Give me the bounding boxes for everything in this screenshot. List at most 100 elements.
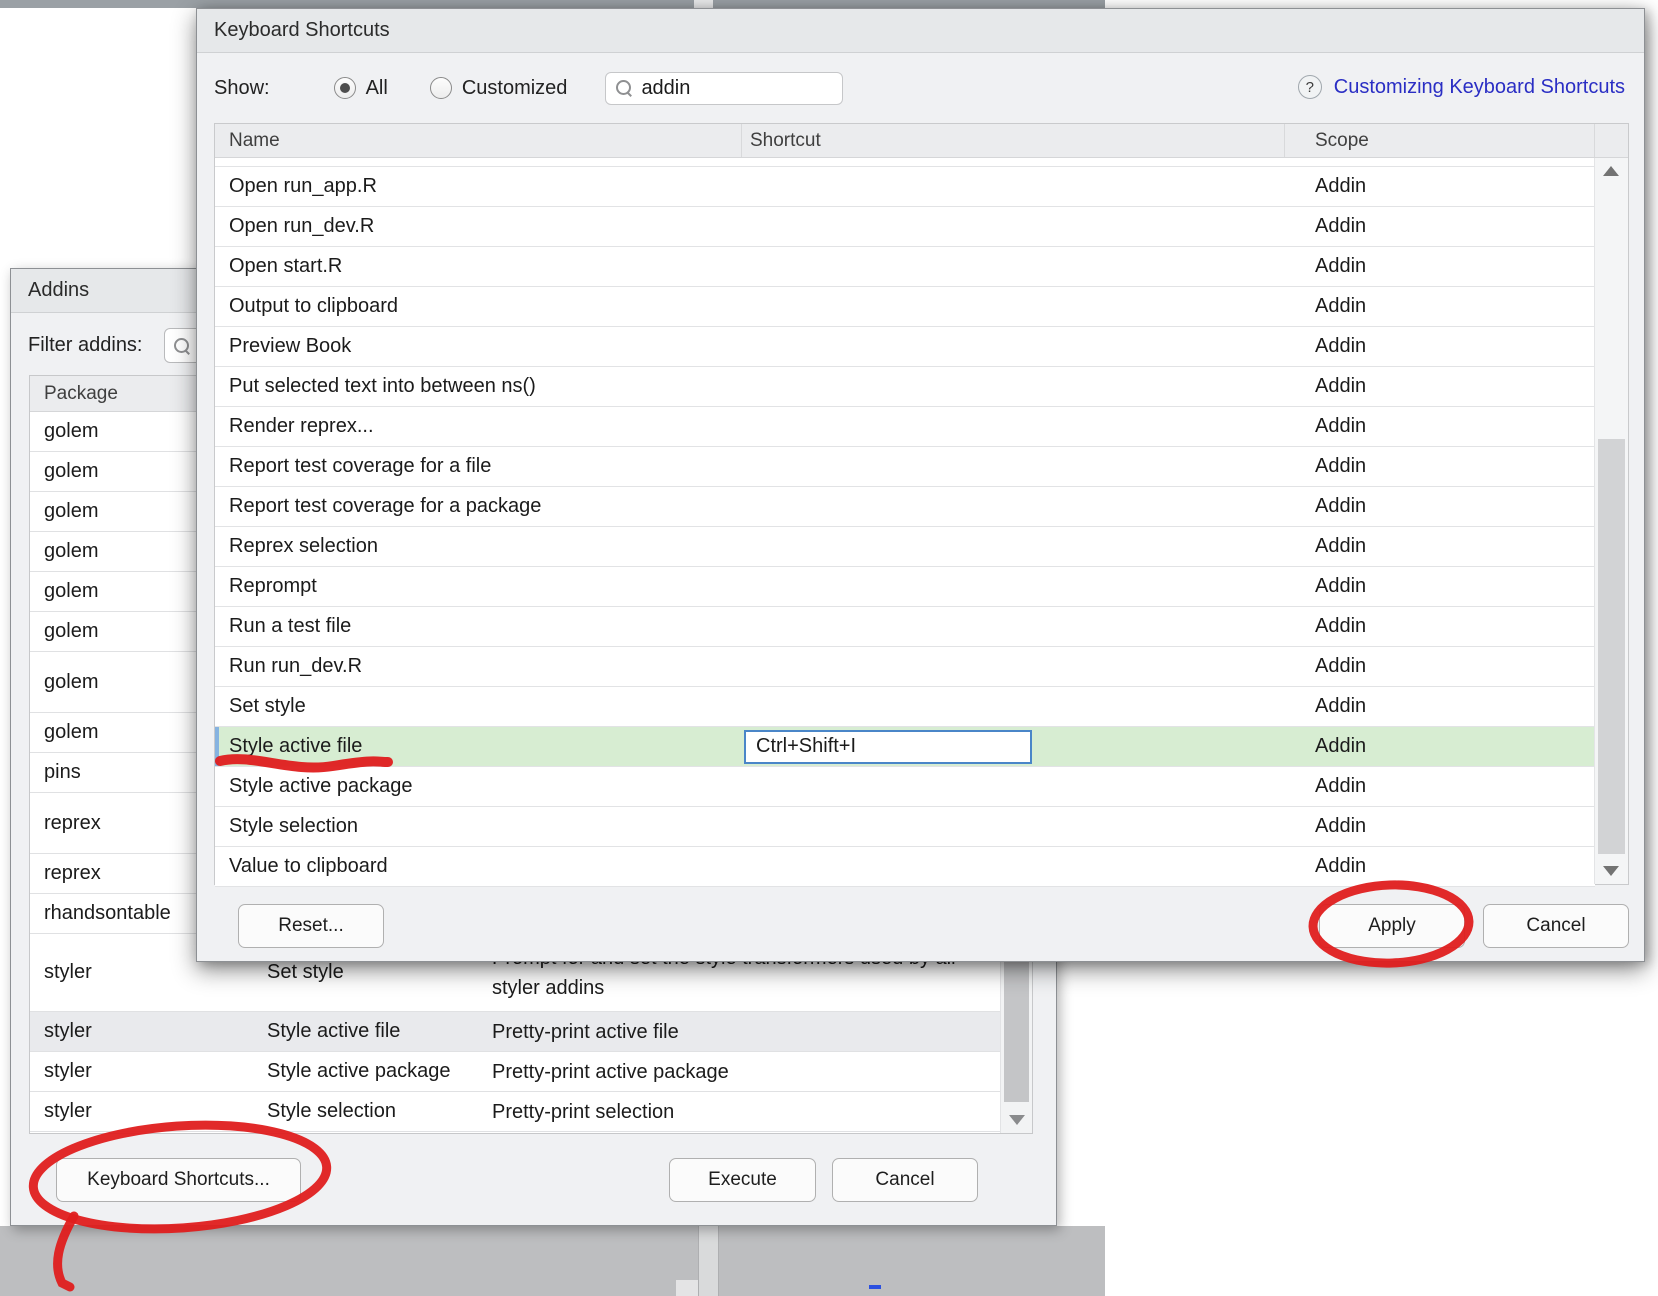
execute-button-label: Execute: [708, 1169, 777, 1191]
scroll-down-icon[interactable]: [1603, 866, 1619, 876]
addins-cancel-button-label: Cancel: [875, 1169, 934, 1191]
keyboard-shortcuts-titlebar: Keyboard Shortcuts: [197, 9, 1644, 53]
shortcuts-table-header: Name Shortcut Scope: [215, 124, 1628, 158]
addin-row-package: styler: [30, 961, 252, 984]
radio-customized[interactable]: [430, 77, 452, 99]
shortcut-row[interactable]: Report test coverage for a fileAddin: [215, 447, 1595, 487]
shortcut-row[interactable]: Preview Book Addin: [215, 327, 1595, 367]
shortcuts-scrollbar[interactable]: [1594, 158, 1628, 884]
partial-row: [215, 158, 1595, 167]
search-icon: [173, 337, 191, 355]
addin-row-name: Style selection: [252, 1100, 477, 1123]
filter-addins-row: Filter addins:: [28, 323, 143, 367]
shortcut-row[interactable]: Value to clipboard Addin: [215, 847, 1595, 887]
radio-all[interactable]: [334, 77, 356, 99]
shortcut-row-name: Run a test file: [215, 615, 742, 638]
addin-row-package: styler: [30, 1020, 252, 1043]
shortcut-row-scope: Addin: [1285, 575, 1595, 598]
column-scope: Scope: [1285, 124, 1595, 157]
shortcut-row[interactable]: Set style Addin: [215, 687, 1595, 727]
shortcut-row-name: Report test coverage for a file: [215, 455, 742, 478]
shortcut-search-input[interactable]: [641, 77, 801, 100]
scroll-down-icon[interactable]: [1009, 1115, 1025, 1125]
shortcut-edit-input[interactable]: [744, 730, 1032, 764]
background-scrollbar-corner: [676, 1280, 698, 1296]
shortcut-row-name: Open start.R: [215, 255, 742, 278]
keyboard-shortcuts-button[interactable]: Keyboard Shortcuts...: [56, 1158, 301, 1202]
radio-customized-label[interactable]: Customized: [462, 77, 568, 100]
customizing-shortcuts-link[interactable]: Customizing Keyboard Shortcuts: [1334, 76, 1625, 99]
filter-addins-label: Filter addins:: [28, 334, 143, 357]
addin-row-description: Pretty-print selection: [477, 1097, 1032, 1127]
radio-all-label[interactable]: All: [366, 77, 388, 100]
background-caret-fragment: [869, 1285, 881, 1289]
background-pane-divider: [698, 1226, 719, 1296]
keyboard-shortcuts-dialog: Keyboard Shortcuts Show: All Customized …: [196, 8, 1645, 962]
shortcut-row-scope: Addin: [1285, 175, 1595, 198]
shortcut-row[interactable]: Reprex selectionAddin: [215, 527, 1595, 567]
shortcut-row[interactable]: Render reprex...Addin: [215, 407, 1595, 447]
shortcut-row[interactable]: Open run_dev.RAddin: [215, 207, 1595, 247]
addin-row[interactable]: stylerStyle selectionPretty-print select…: [30, 1092, 1032, 1132]
cancel-button-label: Cancel: [1526, 915, 1585, 937]
shortcut-row-scope: Addin: [1285, 695, 1595, 718]
reset-button-label: Reset...: [278, 915, 343, 937]
shortcut-row-name: Reprompt: [215, 575, 742, 598]
addin-row-package: styler: [30, 1060, 252, 1083]
shortcut-row-name: Put selected text into between ns(): [215, 375, 742, 398]
screen: Addins Filter addins: Package golemgolem…: [0, 0, 1658, 1296]
scrollbar-thumb[interactable]: [1004, 957, 1029, 1102]
shortcut-row-name: Value to clipboard: [215, 855, 742, 878]
shortcut-row-name: Set style: [215, 695, 742, 718]
addin-row[interactable]: stylerStyle active filePretty-print acti…: [30, 1012, 1032, 1052]
shortcut-row-scope: Addin: [1285, 735, 1595, 758]
show-label: Show:: [214, 77, 270, 100]
shortcut-row[interactable]: Open run_app.RAddin: [215, 167, 1595, 207]
execute-button[interactable]: Execute: [669, 1158, 816, 1202]
shortcut-row[interactable]: Put selected text into between ns() Addin: [215, 367, 1595, 407]
shortcut-row[interactable]: Style active package Addin: [215, 767, 1595, 807]
shortcut-row[interactable]: Run a test file Addin: [215, 607, 1595, 647]
cancel-button[interactable]: Cancel: [1483, 904, 1629, 948]
shortcut-row-scope: Addin: [1285, 335, 1595, 358]
addin-row[interactable]: stylerStyle active packagePretty-print a…: [30, 1052, 1032, 1092]
addin-row-description: Pretty-print active package: [477, 1057, 1032, 1087]
background-window-top-strip: [0, 0, 1105, 8]
shortcut-row-name: Style active package: [215, 775, 742, 798]
shortcut-row-scope: Addin: [1285, 535, 1595, 558]
shortcut-row-scope: Addin: [1285, 775, 1595, 798]
addins-cancel-button[interactable]: Cancel: [832, 1158, 978, 1202]
shortcut-row[interactable]: Style selectionAddin: [215, 807, 1595, 847]
shortcut-row-name: Style selection: [215, 815, 742, 838]
scrollbar-thumb[interactable]: [1598, 439, 1625, 854]
shortcut-row-shortcut: [742, 730, 1285, 764]
addin-row-package: styler: [30, 1100, 252, 1123]
help-icon: ?: [1298, 75, 1322, 99]
shortcut-row-scope: Addin: [1285, 855, 1595, 878]
shortcut-row[interactable]: Report test coverage for a packageAddin: [215, 487, 1595, 527]
help-area: ? Customizing Keyboard Shortcuts: [1298, 75, 1625, 99]
shortcut-row[interactable]: Open start.RAddin: [215, 247, 1595, 287]
background-window-tab: [694, 0, 713, 8]
shortcut-table-rows: Open run_app.RAddinOpen run_dev.RAddinOp…: [215, 158, 1595, 884]
search-icon: [615, 79, 633, 97]
shortcut-searchbox[interactable]: [605, 72, 843, 105]
show-filter-controls: Show: All Customized: [214, 65, 843, 111]
addin-row-name: Style active package: [252, 1060, 477, 1083]
shortcut-row-name: Preview Book: [215, 335, 742, 358]
addin-row-description: Pretty-print active file: [477, 1017, 1032, 1047]
keyboard-shortcuts-title: Keyboard Shortcuts: [214, 19, 390, 42]
shortcut-row-scope: Addin: [1285, 375, 1595, 398]
shortcut-row-name: Output to clipboard: [215, 295, 742, 318]
apply-button-label: Apply: [1368, 915, 1416, 937]
shortcut-row-scope: Addin: [1285, 615, 1595, 638]
shortcut-row[interactable]: Style active fileAddin: [215, 727, 1595, 767]
shortcut-row-name: Run run_dev.R: [215, 655, 742, 678]
reset-button[interactable]: Reset...: [238, 904, 384, 948]
shortcut-row[interactable]: Run run_dev.RAddin: [215, 647, 1595, 687]
shortcut-row[interactable]: Output to clipboardAddin: [215, 287, 1595, 327]
addin-row-name: Style active file: [252, 1020, 477, 1043]
apply-button[interactable]: Apply: [1319, 904, 1465, 948]
scroll-up-icon[interactable]: [1603, 166, 1619, 176]
shortcut-row[interactable]: Reprompt Addin: [215, 567, 1595, 607]
